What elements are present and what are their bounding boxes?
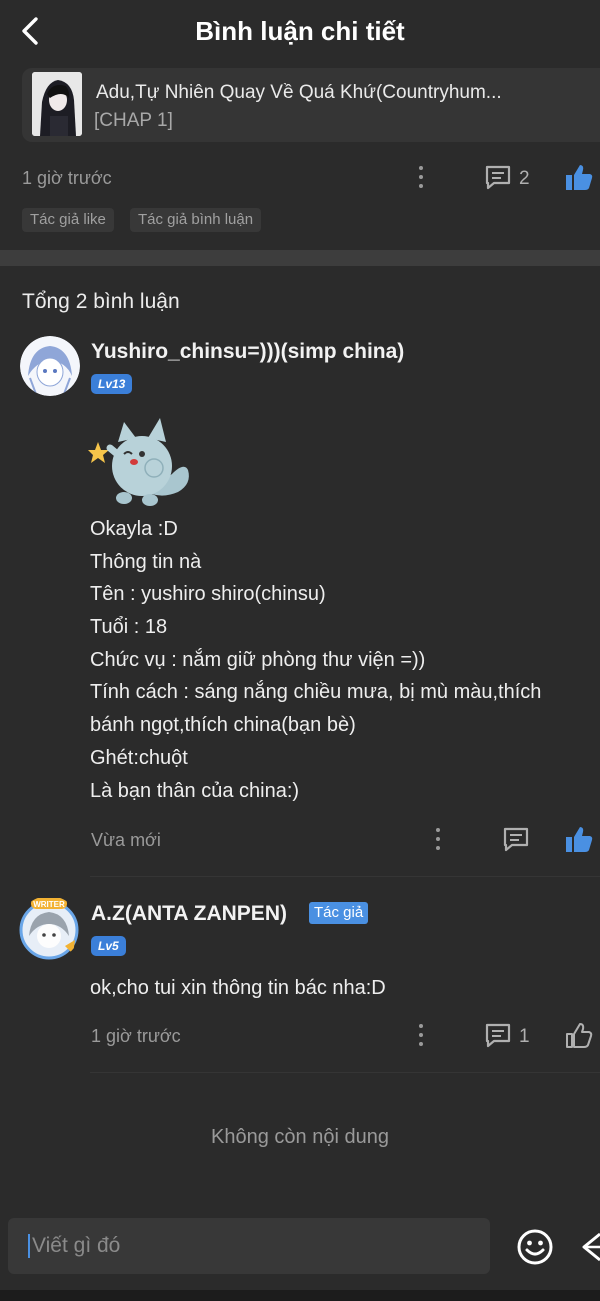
comment-username[interactable]: Yushiro_chinsu=)))(simp china) [91, 340, 404, 364]
avatar[interactable]: WRITER [17, 896, 81, 960]
thumbs-up-outline-icon[interactable] [564, 1020, 594, 1050]
comment-body: ok,cho tui xin thông tin bác nha:D [90, 972, 590, 1005]
comment-line: bánh ngọt,thích china(bạn bè) [90, 714, 356, 737]
comment-time: Vừa mới [91, 830, 161, 850]
comment-divider [90, 1072, 600, 1073]
comment-line: Okayla :D [90, 518, 178, 540]
level-badge: Lv13 [91, 374, 133, 394]
comment-count: 2 [519, 168, 530, 189]
author-badge: Tác giả [309, 902, 369, 924]
more-dots-icon[interactable] [418, 1024, 424, 1048]
comment-divider [90, 876, 600, 877]
tag-author-like: Tác giả like [22, 208, 114, 232]
post-meta-row: 1 giờ trước 2 [0, 162, 600, 196]
thumbs-up-icon[interactable] [564, 824, 594, 854]
comment-icon[interactable] [484, 164, 512, 190]
comment-input-bar: Viết gì đó [0, 1208, 600, 1288]
chapter-thumbnail [32, 72, 82, 136]
more-dots-icon[interactable] [418, 166, 424, 190]
comment-meta-row: Vừa mới [0, 824, 600, 858]
top-bar: Bình luận chi tiết [0, 0, 600, 62]
comment-line: Ghét:chuột [90, 746, 188, 769]
system-nav-strip [0, 1290, 600, 1301]
text-caret [28, 1234, 30, 1258]
cat-sticker [88, 418, 189, 506]
chapter-title: Adu,Tự Nhiên Quay Về Quá Khứ(Countryhum.… [96, 82, 502, 103]
level-badge: Lv5 [91, 936, 126, 956]
comment-meta-row: 1 giờ trước 1 [0, 1020, 600, 1054]
comment-username[interactable]: A.Z(ANTA ZANPEN) [91, 902, 287, 926]
comment-total: Tổng 2 bình luận [22, 290, 180, 313]
post-time: 1 giờ trước [22, 168, 112, 188]
avatar[interactable] [20, 336, 80, 396]
tag-author-comment: Tác giả bình luận [130, 208, 262, 232]
chapter-number: [CHAP 1] [94, 110, 173, 131]
input-placeholder: Viết gì đó [32, 1234, 121, 1257]
comment-count: 1 [519, 1026, 530, 1047]
comment-line: Tuổi : 18 [90, 616, 168, 639]
section-divider [0, 250, 600, 266]
comment-input[interactable]: Viết gì đó [8, 1218, 490, 1274]
chapter-card[interactable]: Adu,Tự Nhiên Quay Về Quá Khứ(Countryhum.… [22, 68, 600, 142]
comment-icon[interactable] [502, 826, 530, 852]
comment-body: Okayla :D Thông tin nà Tên : yushiro shi… [90, 513, 590, 807]
emoji-icon[interactable] [516, 1228, 554, 1266]
more-dots-icon[interactable] [435, 828, 441, 852]
end-of-content: Không còn nội dung [211, 1126, 389, 1148]
thumbs-up-icon[interactable] [564, 162, 594, 192]
page-title: Bình luận chi tiết [195, 16, 405, 46]
comment-icon[interactable] [484, 1022, 512, 1048]
comment-time: 1 giờ trước [91, 1026, 181, 1046]
comment-line: Tên : yushiro shiro(chinsu) [90, 583, 326, 606]
comment-line: Là bạn thân của china:) [90, 779, 300, 802]
comment-line: Thông tin nà [90, 550, 202, 573]
comment-line: Tính cách : sáng nắng chiều mưa, bị mù m… [90, 681, 542, 704]
send-icon[interactable] [578, 1230, 600, 1264]
writer-frame-text: WRITER [33, 900, 65, 909]
comment-line: ok,cho tui xin thông tin bác nha:D [90, 977, 386, 999]
comment-line: Chức vụ : nắm giữ phòng thư viện =)) [90, 648, 426, 671]
